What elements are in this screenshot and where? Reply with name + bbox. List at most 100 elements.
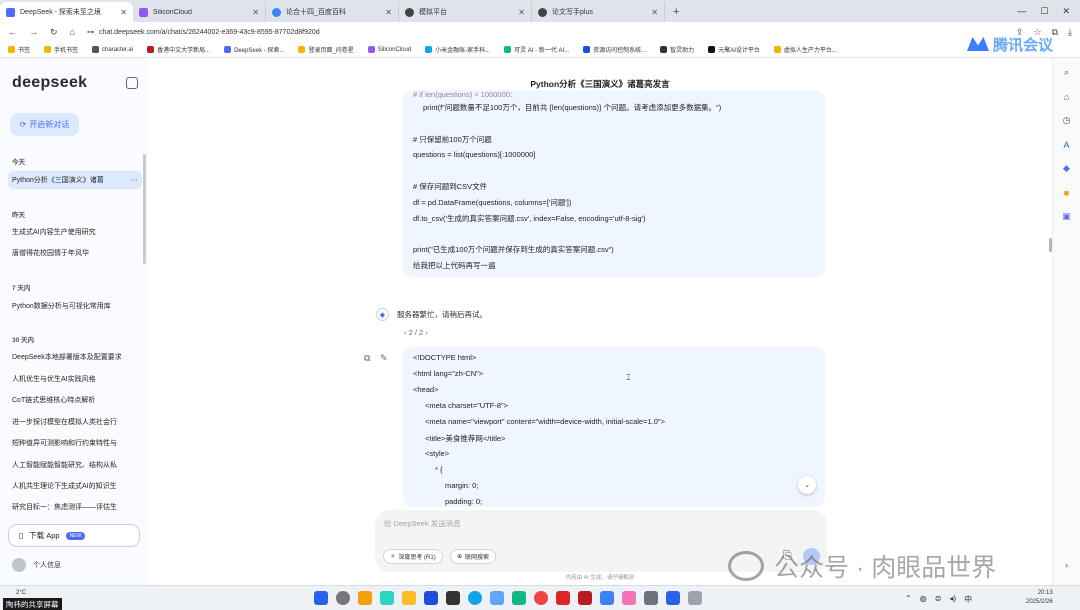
new-chat-button[interactable]: ⟳ 开启新对话 [10,113,79,136]
games-icon[interactable]: ◆ [1060,162,1073,175]
profile-button[interactable]: 个人信息 [12,558,61,572]
bookmark-item[interactable]: 元聚AI设计平台 [708,45,760,54]
response-pager[interactable]: ‹ 2 / 2 › [404,328,428,337]
browser-tab-simulation[interactable]: 模拟平台 ✕ [399,2,532,22]
network-icon[interactable]: ⊜ [935,594,942,605]
history-item[interactable]: 短种值异可测影响和行约束特性与 [8,434,142,452]
close-tab-icon[interactable]: ✕ [120,8,127,17]
windows-start-icon[interactable] [314,591,328,605]
app-icon[interactable] [512,591,526,605]
bookmark-item[interactable]: 资源访问控制系统... [583,45,646,54]
history-item[interactable]: DeepSeek本地部署版本及配置要求 [8,348,142,366]
bookmark-item[interactable]: DeepSeek - 探索... [224,45,284,54]
history-item[interactable]: 人机共生理论下生成式AI的知识生 [8,477,142,495]
apps-icon[interactable]: ▣ [1060,210,1073,223]
expand-panel-icon[interactable]: › [1060,558,1073,571]
browser-tab-deepseek[interactable]: DeepSeek - 探索未至之境 ✕ [0,2,133,22]
history-item[interactable]: Python数据分析与可视化常用库 [8,297,142,315]
download-icon[interactable]: ⤓ [1068,27,1072,38]
app-icon[interactable] [556,591,570,605]
code-line: <!DOCTYPE html> [413,353,477,362]
reload-icon[interactable]: ↻ [50,27,58,38]
office-icon[interactable]: ■ [1060,186,1073,199]
more-options-icon[interactable]: ⋯ [131,176,142,184]
tray-chevron-icon[interactable]: ⌃ [905,594,912,605]
browser-tab-thesis[interactable]: 论文写手plus ✕ [532,2,665,22]
weather-widget[interactable]: 2°C [16,590,26,596]
close-tab-icon[interactable]: ✕ [651,8,658,17]
app-icon[interactable] [644,591,658,605]
bookmark-item[interactable]: 书签 [8,45,30,54]
url-field[interactable]: ⊶ chat.deepseek.com/a/chat/s/26244002-e3… [87,28,907,37]
wps-icon[interactable] [578,591,592,605]
bookmark-icon[interactable]: ⌂ [1060,90,1073,103]
history-item[interactable]: 生成式AI内容生产使用研究 [8,223,142,241]
browser-app-icon[interactable] [380,591,394,605]
file-explorer-icon[interactable] [358,591,372,605]
bookmark-icon [708,46,716,53]
bookmark-icon [773,46,781,53]
history-item[interactable]: Python分析《三国演义》诸葛 ⋯ [8,171,142,189]
volume-icon[interactable]: ◂) [949,594,956,605]
download-app-button[interactable]: ▯ 下载 App NEW [8,524,140,547]
back-icon[interactable]: ← [8,27,17,37]
bookmark-item[interactable]: 智灵助力 [660,45,694,54]
section-week: 7 天内 [12,285,31,292]
browser-tab-baike[interactable]: 论合十四_百度百科 ✕ [266,2,399,22]
bookmark-item[interactable]: SiliconCloud [367,46,411,53]
minimize-icon[interactable]: — [1017,6,1026,16]
translate-icon[interactable]: A [1060,138,1073,151]
bookmark-item[interactable]: 小米金融账-家手科... [425,45,490,54]
edge-icon[interactable] [468,591,482,605]
chrome-icon[interactable] [534,591,548,605]
app-icon[interactable] [600,591,614,605]
app-icon[interactable] [490,591,504,605]
deep-think-button[interactable]: ⚛ 深度思考 (R1) [383,549,443,564]
new-tab-button[interactable]: + [665,2,687,22]
app-icon[interactable] [622,591,636,605]
home-icon[interactable]: ⌂ [70,27,75,37]
history-item[interactable]: 人工智能赋能智能研究、结构从私 [8,456,142,474]
photos-icon[interactable] [446,591,460,605]
bookmark-item[interactable]: character.ai [92,46,133,53]
bookmark-item[interactable]: 香港中文大学新局... [147,45,210,54]
deepseek-logo: deepseek [12,74,88,91]
ime-icon[interactable]: 中 [964,594,972,605]
search-icon[interactable] [336,591,350,605]
search-icon[interactable]: ⌕ [1060,66,1073,79]
history-icon[interactable]: ◷ [1060,114,1073,127]
edit-icon[interactable]: ✎ [380,353,388,364]
app-icon[interactable] [688,591,702,605]
mail-icon[interactable] [424,591,438,605]
collapse-sidebar-icon[interactable] [126,77,138,89]
wechat-tray-icon[interactable]: ◍ [920,594,927,605]
browser-tab-siliconcloud[interactable]: SiliconCloud ✕ [133,2,266,22]
atom-icon: ⚛ [390,554,396,560]
copy-icon[interactable]: ⧉ [364,353,370,364]
maximize-icon[interactable]: ☐ [1040,6,1048,17]
bookmark-item[interactable]: 手机书签 [44,45,78,54]
history-item[interactable]: 人机优生与优生AI实践风格 [8,370,142,388]
bookmark-item[interactable]: 登录页面_问卷星 [298,45,354,54]
app-icon[interactable] [666,591,680,605]
close-tab-icon[interactable]: ✕ [252,8,259,17]
history-item[interactable]: 进一步探讨模型在模拟人类社会行 [8,413,142,431]
code-line: print("已生成100万个问题并保存到生成的真实答案问题.csv") [413,245,614,254]
close-tab-icon[interactable]: ✕ [385,8,392,17]
history-item[interactable]: 研究目标一：焦虑测评——评估生 [8,498,142,516]
code-line: # 只保留前100万个问题 [413,135,492,144]
history-item[interactable]: CoT链式思维核心特点解析 [8,391,142,409]
system-clock[interactable]: 20:13 2025/2/26 [1026,589,1053,607]
web-search-button[interactable]: ⊕ 联网搜索 [450,549,497,564]
scroll-down-button[interactable]: ⌄ [798,476,816,494]
bookmark-item[interactable]: 虚拟人生产力平台... [773,45,837,54]
close-window-icon[interactable]: ✕ [1062,6,1070,17]
folder-icon[interactable] [402,591,416,605]
close-tab-icon[interactable]: ✕ [518,8,525,17]
bookmark-item[interactable]: 可灵 AI - 新一代 AI... [504,45,569,54]
sidebar-scrollbar[interactable] [143,154,146,264]
site-info-icon[interactable]: ⊶ [87,28,94,36]
history-item[interactable]: 唐僧得花校园情于年风华 [8,244,142,262]
globe-favicon-icon [405,7,414,17]
forward-icon[interactable]: → [29,27,38,37]
